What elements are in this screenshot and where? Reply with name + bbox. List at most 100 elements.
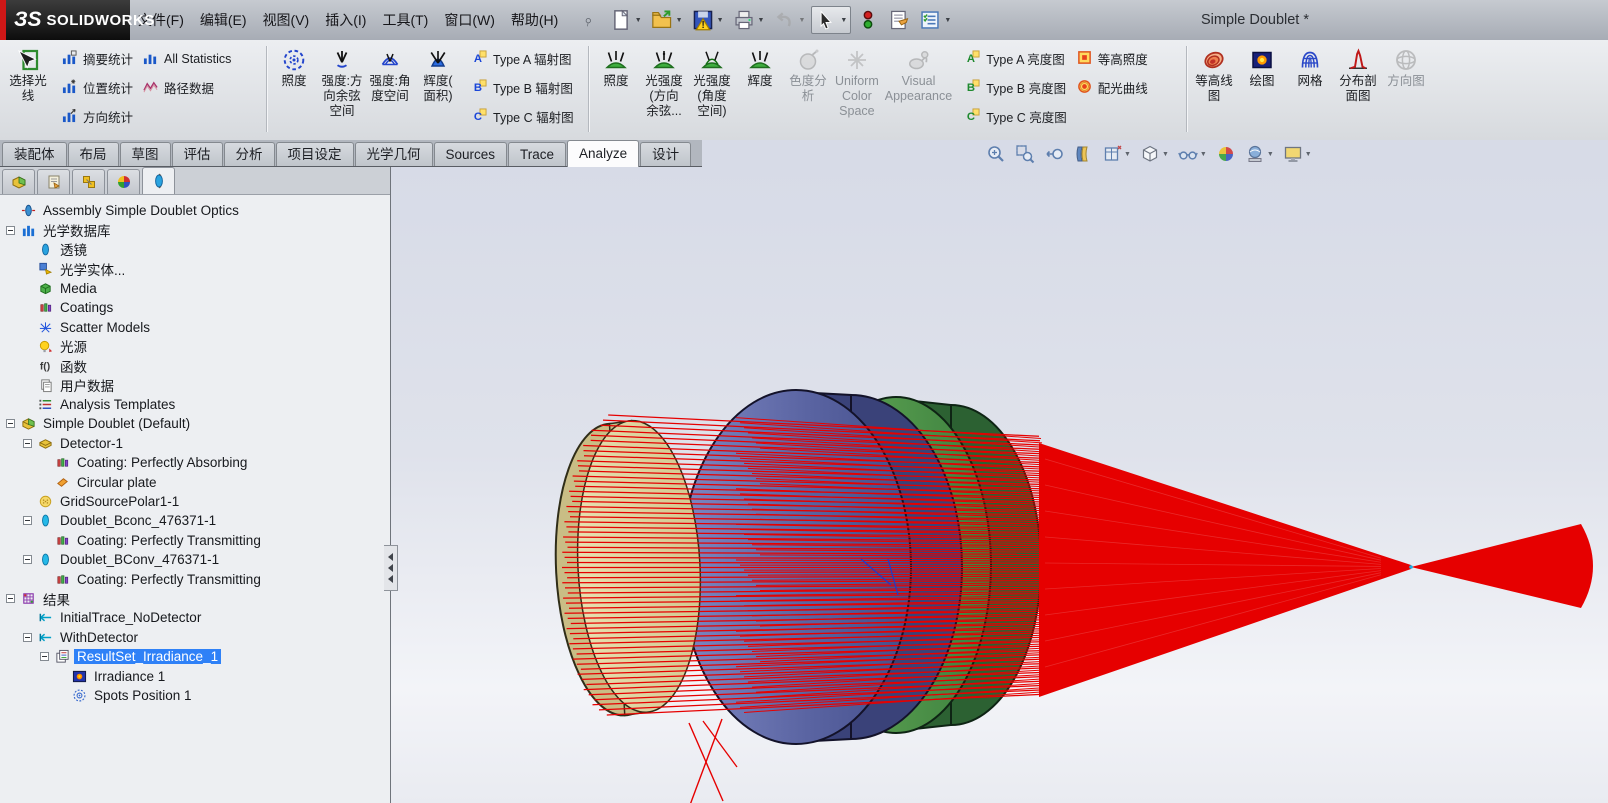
tree-item-scatter-models[interactable]: Scatter Models <box>2 317 390 336</box>
tree-expander-minus[interactable] <box>23 633 32 642</box>
tree-item-media[interactable]: Media <box>2 279 390 298</box>
tree-item-with-detector[interactable]: WithDetector <box>2 628 390 647</box>
print-button[interactable]: ▼ <box>730 7 768 33</box>
mesh-plot-button[interactable]: 网格 <box>1286 43 1334 89</box>
summary-statistics-button[interactable]: 摘要统计 <box>62 49 133 68</box>
tree-item-resultset-irradiance-1[interactable]: ResultSet_Irradiance_1 <box>2 647 390 666</box>
position-statistics-button[interactable]: 位置统计 <box>62 78 133 97</box>
tree-expander-minus[interactable] <box>23 516 32 525</box>
edit-appearance-icon[interactable] <box>1216 144 1236 164</box>
tree-item-doublet-bconv[interactable]: Doublet_BConv_476371-1 <box>2 550 390 569</box>
panel-collapse-handle[interactable] <box>384 545 398 591</box>
menu-item-tools[interactable]: 工具(T) <box>377 0 433 40</box>
type-a-radiation-button[interactable]: AType A 辐射图 <box>472 49 574 68</box>
tree-expander-minus[interactable] <box>23 555 32 564</box>
type-c-luminance-button[interactable]: CType C 亮度图 <box>965 107 1067 126</box>
tab-optical-geometry[interactable]: 光学几何 <box>355 142 433 167</box>
viewport-3d[interactable] <box>391 167 1608 803</box>
tree-expander-minus[interactable] <box>23 439 32 448</box>
contour-map-button[interactable]: 等高线 图 <box>1190 43 1238 104</box>
tab-design[interactable]: 设计 <box>640 142 691 167</box>
tree-item-coating-perfectly-absorbing[interactable]: Coating: Perfectly Absorbing <box>2 453 390 472</box>
luminous-intensity-cosine-button[interactable]: 光强度 (方向 余弦... <box>640 43 688 119</box>
menu-item-insert[interactable]: 插入(I) <box>320 0 371 40</box>
direction-statistics-button[interactable]: 方向统计 <box>62 107 133 126</box>
tab-analysis[interactable]: 分析 <box>224 142 275 167</box>
edit-properties-button[interactable] <box>885 7 913 33</box>
open-document-button[interactable]: ▼ <box>648 7 686 33</box>
view-settings-icon[interactable]: ▼ <box>1283 144 1312 164</box>
search-assistant-icon[interactable]: ⌕ <box>580 11 597 30</box>
tree-item-functions[interactable]: f()函数 <box>2 356 390 375</box>
menu-item-edit[interactable]: 编辑(E) <box>195 0 252 40</box>
iso-illuminance-button[interactable]: 等高照度 <box>1077 49 1148 68</box>
configuration-manager-tab[interactable] <box>72 169 105 194</box>
select-tool-button[interactable]: ▼ <box>811 6 851 34</box>
trace-status-button[interactable] <box>854 7 882 33</box>
tree-item-assembly-root[interactable]: Assembly Simple Doublet Optics <box>2 201 390 220</box>
tree-item-coating-transmitting-1[interactable]: Coating: Perfectly Transmitting <box>2 531 390 550</box>
tree-item-coating-transmitting-2[interactable]: Coating: Perfectly Transmitting <box>2 569 390 588</box>
tree-item-simple-doublet[interactable]: Simple Doublet (Default) <box>2 414 390 433</box>
tree-item-doublet-bconc[interactable]: Doublet_Bconc_476371-1 <box>2 511 390 530</box>
tab-project-settings[interactable]: 项目设定 <box>276 142 354 167</box>
menu-item-view[interactable]: 视图(V) <box>258 0 315 40</box>
light-distribution-curve-button[interactable]: 配光曲线 <box>1077 78 1148 97</box>
view-orientation-icon[interactable]: ▼ <box>1102 144 1131 164</box>
irradiance-plot-button[interactable]: 照度 <box>270 43 318 89</box>
tab-layout[interactable]: 布局 <box>68 142 119 167</box>
intensity-cosine-button[interactable]: 强度:方 向余弦 空间 <box>318 43 366 119</box>
tree-item-initial-trace-no-detector[interactable]: InitialTrace_NoDetector <box>2 608 390 627</box>
apply-scene-icon[interactable]: ▼ <box>1245 144 1274 164</box>
save-document-button[interactable]: !▼ <box>689 7 727 33</box>
tree-item-lenses[interactable]: 透镜 <box>2 240 390 259</box>
tree-item-detector-1[interactable]: Detector-1 <box>2 434 390 453</box>
tab-analyze[interactable]: Analyze <box>567 140 639 167</box>
tree-item-grid-source-polar[interactable]: GridSourcePolar1-1 <box>2 492 390 511</box>
all-statistics-button[interactable]: All Statistics <box>143 49 231 68</box>
tree-expander-minus[interactable] <box>6 594 15 603</box>
tree-expander-minus[interactable] <box>40 652 49 661</box>
property-manager-tab[interactable] <box>37 169 70 194</box>
feature-manager-tab[interactable] <box>2 169 35 194</box>
path-data-button[interactable]: 路径数据 <box>143 78 231 97</box>
section-view-icon[interactable] <box>1073 144 1093 164</box>
zoom-fit-icon[interactable] <box>986 144 1006 164</box>
radiance-area-button[interactable]: 辉度( 面积) <box>414 43 462 104</box>
display-style-icon[interactable]: ▼ <box>1140 144 1169 164</box>
optics-manager-tab[interactable] <box>142 167 175 194</box>
zoom-previous-icon[interactable] <box>1044 144 1064 164</box>
type-c-radiation-button[interactable]: CType C 辐射图 <box>472 107 574 126</box>
type-b-radiation-button[interactable]: BType B 辐射图 <box>472 78 574 97</box>
tree-item-spots-position-1[interactable]: Spots Position 1 <box>2 686 390 705</box>
tree-item-irradiance-1[interactable]: Irradiance 1 <box>2 666 390 685</box>
new-document-button[interactable]: ▼ <box>607 7 645 33</box>
illuminance-plot-button[interactable]: 照度 <box>592 43 640 89</box>
luminous-intensity-angle-button[interactable]: 光强度 (角度 空间) <box>688 43 736 119</box>
tree-item-circular-plate[interactable]: Circular plate <box>2 472 390 491</box>
raster-plot-button[interactable]: 绘图 <box>1238 43 1286 89</box>
type-b-luminance-button[interactable]: BType B 亮度图 <box>965 78 1067 97</box>
tree-expander-minus[interactable] <box>6 419 15 428</box>
intensity-angle-button[interactable]: 强度:角 度空间 <box>366 43 414 104</box>
tab-sources[interactable]: Sources <box>434 142 508 167</box>
type-a-luminance-button[interactable]: AType A 亮度图 <box>965 49 1067 68</box>
tree-item-user-data[interactable]: 用户数据 <box>2 376 390 395</box>
tree-item-coatings[interactable]: Coatings <box>2 298 390 317</box>
tree-item-results[interactable]: 结果 <box>2 589 390 608</box>
menu-item-help[interactable]: 帮助(H) <box>506 0 563 40</box>
tab-assembly[interactable]: 装配体 <box>2 142 67 167</box>
tab-sketch[interactable]: 草图 <box>120 142 171 167</box>
tree-item-optical-database[interactable]: 光学数据库 <box>2 220 390 239</box>
zoom-area-icon[interactable] <box>1015 144 1035 164</box>
display-manager-tab[interactable] <box>107 169 140 194</box>
tree-item-light-sources[interactable]: 光源 <box>2 337 390 356</box>
tree-item-analysis-templates[interactable]: Analysis Templates <box>2 395 390 414</box>
tab-trace[interactable]: Trace <box>508 142 566 167</box>
distribution-profile-button[interactable]: 分布剖 面图 <box>1334 43 1382 104</box>
select-rays-button[interactable]: 选择光 线 <box>4 43 52 104</box>
hide-show-items-icon[interactable]: ▼ <box>1178 144 1207 164</box>
menu-item-window[interactable]: 窗口(W) <box>439 0 500 40</box>
luminance-plot-button[interactable]: 辉度 <box>736 43 784 89</box>
tab-evaluate[interactable]: 评估 <box>172 142 223 167</box>
